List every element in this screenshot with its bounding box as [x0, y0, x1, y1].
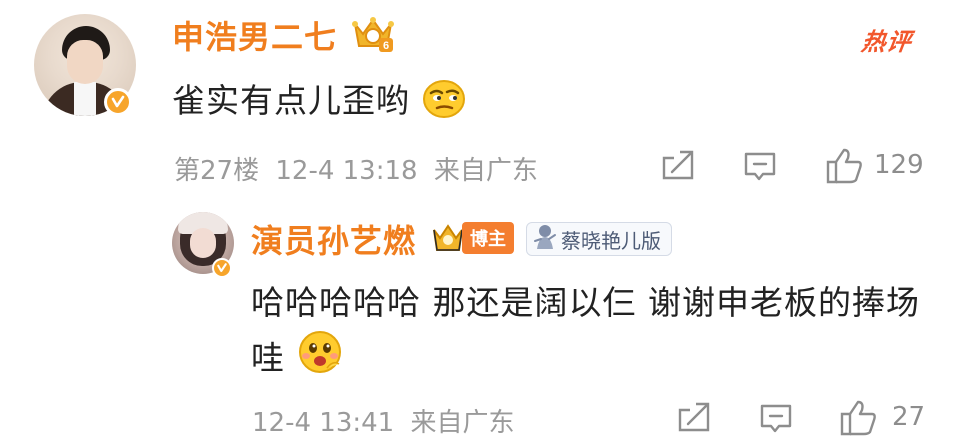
comment-meta: 第27楼 12-4 13:18 来自广东 — [174, 150, 538, 187]
reply-location: 来自广东 — [410, 408, 515, 438]
reply-text-content: 哈哈哈哈哈 那还是阔以仨 谢谢申老板的捧场哇 — [251, 283, 920, 378]
reply-text: 哈哈哈哈哈 那还是阔以仨 谢谢申老板的捧场哇 — [251, 276, 941, 390]
reply-meta: 12-4 13:41 来自广东 — [252, 402, 514, 439]
fan-mascot-icon — [531, 223, 557, 255]
crown-icon — [430, 222, 466, 254]
share-icon[interactable] — [660, 148, 696, 184]
comment-icon[interactable] — [758, 400, 794, 436]
timestamp: 12-4 13:18 — [275, 156, 418, 186]
like-count: 129 — [874, 150, 924, 180]
blogger-badge: 博主 — [430, 222, 514, 254]
comment-icon[interactable] — [742, 148, 778, 184]
share-icon[interactable] — [676, 400, 712, 436]
like-icon[interactable] — [824, 146, 864, 186]
reply-like-count: 27 — [892, 402, 926, 432]
verified-icon — [104, 88, 132, 116]
comment-text-content: 雀实有点儿歪哟 — [172, 81, 410, 120]
comment-text: 雀实有点儿歪哟 — [172, 74, 466, 127]
like-icon[interactable] — [838, 398, 878, 438]
hot-comment-tag: 热评 — [859, 28, 914, 56]
blogger-label: 博主 — [462, 222, 514, 254]
floor-number: 第27楼 — [174, 156, 260, 186]
reply-author-name[interactable]: 演员孙艺燃 — [251, 216, 416, 262]
crown-badge-icon: 6 — [349, 14, 397, 54]
verified-icon — [212, 258, 232, 278]
reply-timestamp: 12-4 13:41 — [252, 408, 395, 438]
fan-group-label: 蔡晓艳儿版 — [561, 228, 661, 253]
thinking-face-emoji — [422, 79, 466, 127]
shy-face-emoji — [297, 330, 343, 390]
fan-group-badge[interactable]: 蔡晓艳儿版 — [526, 222, 672, 256]
svg-text:6: 6 — [383, 40, 389, 52]
location: 来自广东 — [433, 156, 538, 186]
author-name[interactable]: 申浩男二七 — [172, 12, 337, 58]
